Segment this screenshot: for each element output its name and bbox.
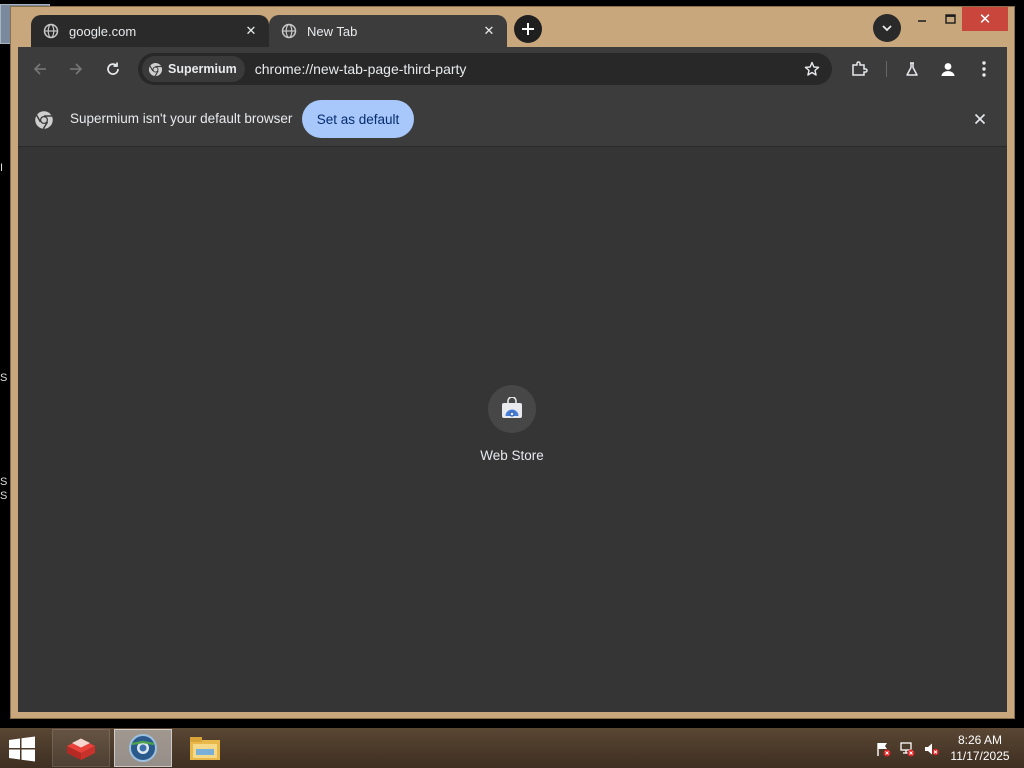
url-text[interactable]: chrome://new-tab-page-third-party	[255, 61, 800, 77]
clock-date: 11/17/2025	[950, 749, 1010, 763]
speaker-muted-icon	[925, 743, 939, 756]
system-clock[interactable]: 8:26 AM 11/17/2025	[944, 732, 1016, 764]
shortcut-label: Web Store	[480, 448, 544, 463]
default-browser-infobar: Supermium isn't your default browser Set…	[18, 91, 1007, 147]
tab-new-tab[interactable]: New Tab ✕	[269, 15, 507, 47]
close-icon: ✕	[978, 11, 992, 28]
avatar-icon	[941, 63, 955, 76]
plus-icon	[522, 23, 534, 35]
minimize-icon	[918, 20, 926, 22]
folder-icon	[190, 737, 220, 760]
chevron-down-icon	[882, 25, 892, 32]
taskbar-app-file-explorer[interactable]	[176, 729, 234, 767]
address-bar[interactable]: Supermium chrome://new-tab-page-third-pa…	[138, 53, 832, 85]
taskbar-app-package[interactable]	[52, 729, 110, 767]
shortcut-web-store[interactable]: Web Store	[472, 385, 552, 475]
windows-logo-icon	[9, 736, 35, 762]
flask-icon	[906, 62, 918, 76]
infobar-message: Supermium isn't your default browser	[70, 111, 293, 126]
site-chip-label: Supermium	[168, 62, 237, 76]
tab-title: google.com	[69, 23, 137, 39]
extensions-button[interactable]	[847, 57, 871, 81]
taskbar: 8:26 AM 11/17/2025	[0, 728, 1024, 768]
globe-icon	[43, 23, 59, 39]
close-icon	[974, 113, 986, 125]
close-window-button[interactable]: ✕	[962, 7, 1008, 31]
labs-button[interactable]	[900, 57, 924, 81]
browser-window: google.com ✕ New Tab ✕ ✕ Supermium chrom…	[10, 6, 1015, 719]
back-button[interactable]	[28, 57, 52, 81]
profile-button[interactable]	[936, 57, 960, 81]
maximize-icon	[944, 14, 956, 24]
tab-search-button[interactable]	[873, 14, 901, 42]
volume-icon[interactable]	[922, 740, 940, 758]
reload-icon	[107, 62, 119, 75]
title-bar[interactable]: google.com ✕ New Tab ✕ ✕	[11, 7, 1014, 47]
close-tab-icon[interactable]: ✕	[481, 23, 497, 39]
supermium-logo-icon	[35, 111, 53, 130]
action-center-icon[interactable]	[874, 740, 892, 758]
browser-globe-icon	[129, 734, 157, 762]
network-icon[interactable]	[898, 740, 916, 758]
new-tab-button[interactable]	[514, 15, 542, 43]
toolbar: Supermium chrome://new-tab-page-third-pa…	[18, 47, 1007, 91]
flag-icon	[877, 743, 891, 757]
web-store-icon	[502, 397, 522, 418]
arrow-right-icon	[70, 63, 83, 75]
toolbar-separator	[886, 61, 887, 77]
forward-button[interactable]	[64, 57, 88, 81]
tab-title: New Tab	[307, 23, 358, 39]
taskbar-app-browser[interactable]	[114, 729, 172, 767]
bookmark-button[interactable]	[800, 57, 824, 81]
more-vert-icon	[982, 61, 986, 77]
maximize-button[interactable]	[936, 7, 964, 31]
supermium-logo-icon	[148, 62, 163, 76]
minimize-button[interactable]	[908, 7, 936, 31]
tab-google[interactable]: google.com ✕	[31, 15, 269, 47]
reload-button[interactable]	[101, 57, 125, 81]
star-icon	[804, 61, 820, 76]
start-button[interactable]	[8, 736, 38, 762]
menu-button[interactable]	[972, 57, 996, 81]
shortcut-tile[interactable]	[488, 385, 536, 433]
set-as-default-button[interactable]: Set as default	[302, 100, 414, 138]
clock-time: 8:26 AM	[957, 733, 1003, 747]
browser-content-area: Supermium chrome://new-tab-page-third-pa…	[18, 47, 1007, 712]
arrow-left-icon	[33, 63, 46, 75]
package-icon	[67, 738, 95, 760]
network-disconnected-icon	[900, 742, 915, 757]
puzzle-icon	[852, 61, 868, 76]
globe-icon	[281, 23, 297, 39]
site-info-chip[interactable]: Supermium	[142, 56, 245, 82]
close-infobar-button[interactable]	[970, 109, 990, 129]
close-tab-icon[interactable]: ✕	[243, 23, 259, 39]
